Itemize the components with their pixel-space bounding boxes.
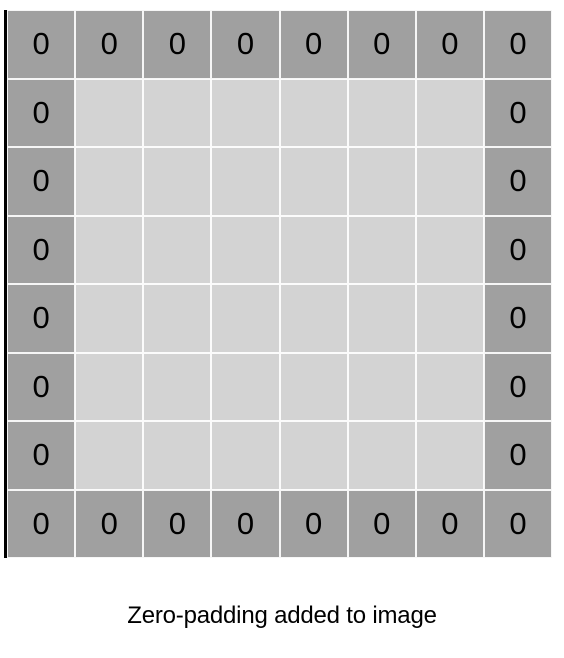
image-cell [211,353,279,422]
image-cell [348,353,416,422]
image-cell [280,216,348,285]
padding-cell: 0 [348,10,416,79]
padding-cell: 0 [348,490,416,559]
image-cell [416,421,484,490]
padding-cell: 0 [484,216,552,285]
padding-cell: 0 [7,284,75,353]
image-cell [75,353,143,422]
image-cell [211,284,279,353]
image-cell [211,216,279,285]
image-cell [143,79,211,148]
image-cell [280,421,348,490]
image-cell [211,147,279,216]
padding-cell: 0 [484,421,552,490]
image-cell [348,79,416,148]
image-cell [75,147,143,216]
image-cell [211,79,279,148]
image-cell [143,284,211,353]
padding-cell: 0 [7,353,75,422]
zero-padding-diagram: 0000000000000000000000000000 [4,10,552,558]
padding-cell: 0 [211,490,279,559]
diagram-caption: Zero-padding added to image [0,602,564,630]
padding-cell: 0 [484,147,552,216]
image-cell [75,284,143,353]
image-cell [416,147,484,216]
image-cell [143,147,211,216]
padding-cell: 0 [75,10,143,79]
padding-cell: 0 [484,10,552,79]
image-cell [143,353,211,422]
padding-cell: 0 [280,10,348,79]
padding-cell: 0 [7,147,75,216]
padding-cell: 0 [484,284,552,353]
image-cell [280,284,348,353]
padding-cell: 0 [484,490,552,559]
image-cell [348,421,416,490]
padding-cell: 0 [7,216,75,285]
image-cell [143,421,211,490]
image-cell [416,353,484,422]
image-cell [211,421,279,490]
padding-cell: 0 [75,490,143,559]
image-cell [416,216,484,285]
image-cell [348,147,416,216]
image-cell [348,284,416,353]
padding-cell: 0 [416,490,484,559]
padding-cell: 0 [7,79,75,148]
padding-cell: 0 [7,421,75,490]
padding-cell: 0 [7,10,75,79]
image-grid: 0000000000000000000000000000 [7,10,552,558]
padding-cell: 0 [416,10,484,79]
padding-cell: 0 [484,79,552,148]
padding-cell: 0 [143,490,211,559]
image-cell [416,284,484,353]
image-cell [143,216,211,285]
padding-cell: 0 [211,10,279,79]
image-cell [75,421,143,490]
padding-cell: 0 [143,10,211,79]
image-cell [280,353,348,422]
padding-cell: 0 [7,490,75,559]
image-cell [75,79,143,148]
image-cell [348,216,416,285]
image-cell [75,216,143,285]
image-cell [416,79,484,148]
padding-cell: 0 [484,353,552,422]
image-cell [280,79,348,148]
image-cell [280,147,348,216]
padding-cell: 0 [280,490,348,559]
